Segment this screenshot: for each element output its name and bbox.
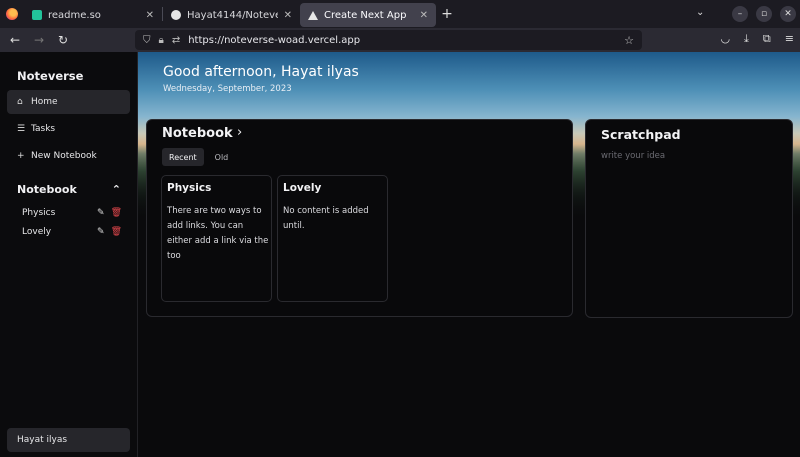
note-card-title: Lovely (283, 182, 322, 194)
browser-tab-create-next-app[interactable]: Create Next App ✕ (300, 3, 436, 27)
edit-icon[interactable]: ✎ (97, 208, 105, 218)
notebook-name[interactable]: Lovely (22, 227, 97, 237)
list-icon: ☰ (17, 124, 26, 134)
bookmark-star-icon[interactable]: ☆ (624, 34, 634, 47)
download-icon[interactable]: ⤓ (744, 32, 749, 46)
user-profile-button[interactable]: Hayat ilyas (7, 428, 130, 452)
browser-navbar: ← → ↻ ⛉ 🔒︎ ⇄ https://noteverse-woad.verc… (0, 28, 800, 52)
chevron-up-icon[interactable]: ⌃ (112, 183, 121, 196)
notebook-section-header[interactable]: Notebook ⌃ (17, 183, 121, 196)
list-all-tabs-chevron-down-icon[interactable]: ⌄ (696, 7, 704, 18)
vercel-favicon-icon (308, 10, 318, 20)
notebook-tabs: Recent Old (162, 148, 235, 166)
notebook-panel-title[interactable]: Notebook (162, 126, 233, 141)
note-card-preview: There are two ways to add links. You can… (167, 206, 269, 261)
close-tab-icon[interactable]: ✕ (146, 10, 154, 21)
lock-icon[interactable]: 🔒︎ (159, 35, 164, 46)
current-date: Wednesday, September, 2023 (163, 84, 292, 94)
url-bar[interactable]: ⛉ 🔒︎ ⇄ https://noteverse-woad.vercel.app… (135, 30, 642, 50)
reload-icon[interactable]: ↻ (51, 33, 75, 47)
note-card-lovely[interactable]: Lovely No content is added until. (277, 175, 388, 302)
firefox-menu-icon[interactable] (0, 0, 24, 28)
browser-tab-github[interactable]: Hayat4144/Noteverse: N ✕ (163, 3, 300, 27)
notebook-panel: Notebook › Recent Old Physics There are … (146, 119, 573, 317)
sidebar-notebook-physics[interactable]: Physics ✎ 🗑︎ (22, 208, 122, 218)
permissions-icon[interactable]: ⇄ (172, 35, 180, 46)
minimize-icon[interactable]: – (732, 6, 748, 22)
sidebar-notebook-lovely[interactable]: Lovely ✎ 🗑︎ (22, 227, 122, 237)
sidebar-item-new-notebook[interactable]: + New Notebook (7, 144, 130, 168)
sidebar: Noteverse ⌂ Home ☰ Tasks + New Notebook … (0, 52, 138, 457)
toolbar-right: ◡ ⤓ ⧉ ≡ (720, 32, 794, 46)
tab-title: Create Next App (324, 9, 407, 21)
main-content: Good afternoon, Hayat ilyas Wednesday, S… (138, 52, 800, 457)
forward-arrow-icon[interactable]: → (27, 33, 51, 47)
sidebar-item-label: New Notebook (31, 151, 97, 161)
shield-icon[interactable]: ⛉ (143, 35, 151, 46)
readme-favicon-icon (32, 10, 42, 20)
back-arrow-icon[interactable]: ← (3, 33, 27, 47)
note-card-title: Physics (167, 182, 212, 194)
sidebar-item-tasks[interactable]: ☰ Tasks (7, 117, 130, 141)
greeting-title: Good afternoon, Hayat ilyas (163, 64, 359, 80)
browser-tab-readme[interactable]: readme.so ✕ (24, 3, 162, 27)
scratchpad-title: Scratchpad (601, 127, 681, 142)
note-card-physics[interactable]: Physics There are two ways to add links.… (161, 175, 272, 302)
scratchpad-textarea[interactable]: write your idea (601, 151, 665, 161)
new-tab-button[interactable]: + (436, 6, 458, 22)
sidebar-item-label: Tasks (31, 124, 56, 134)
app-root: Noteverse ⌂ Home ☰ Tasks + New Notebook … (0, 52, 800, 457)
browser-tab-strip: readme.so ✕ Hayat4144/Noteverse: N ✕ Cre… (0, 0, 800, 28)
github-favicon-icon (171, 10, 181, 20)
menu-icon[interactable]: ≡ (785, 32, 794, 46)
sidebar-item-home[interactable]: ⌂ Home (7, 90, 130, 114)
extensions-icon[interactable]: ⧉ (763, 32, 771, 46)
maximize-icon[interactable]: ▫ (756, 6, 772, 22)
close-tab-icon[interactable]: ✕ (420, 10, 428, 21)
trash-icon[interactable]: 🗑︎ (111, 227, 122, 237)
user-name: Hayat ilyas (17, 435, 68, 445)
note-card-preview: No content is added until. (283, 206, 369, 231)
trash-icon[interactable]: 🗑︎ (111, 208, 122, 218)
close-tab-icon[interactable]: ✕ (284, 10, 292, 21)
tab-title: Hayat4144/Noteverse: N (187, 9, 278, 21)
tab-title: readme.so (48, 9, 101, 21)
tab-old[interactable]: Old (208, 148, 236, 166)
home-icon: ⌂ (17, 97, 23, 107)
notebook-section-title: Notebook (17, 183, 77, 196)
chevron-right-icon[interactable]: › (237, 125, 242, 140)
notebook-name[interactable]: Physics (22, 208, 97, 218)
pocket-icon[interactable]: ◡ (720, 32, 730, 46)
edit-icon[interactable]: ✎ (97, 227, 105, 237)
tab-recent[interactable]: Recent (162, 148, 204, 166)
scratchpad-panel: Scratchpad write your idea (585, 119, 793, 318)
close-window-icon[interactable]: ✕ (780, 6, 796, 22)
sidebar-item-label: Home (31, 97, 58, 107)
plus-icon: + (17, 151, 25, 161)
app-brand: Noteverse (17, 69, 84, 83)
url-text[interactable]: https://noteverse-woad.vercel.app (188, 35, 360, 46)
window-controls: – ▫ ✕ (732, 0, 800, 28)
